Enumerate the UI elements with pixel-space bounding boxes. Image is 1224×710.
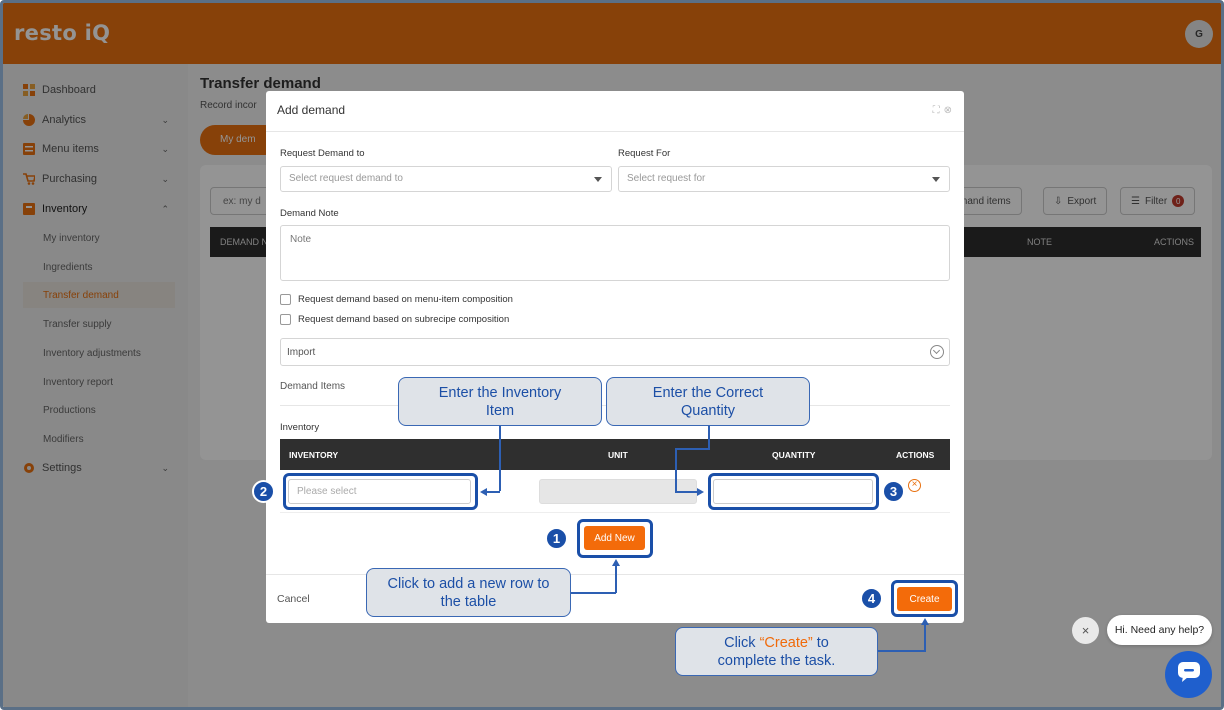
col-inventory: INVENTORY <box>289 450 339 460</box>
modal-title: Add demand <box>277 103 346 117</box>
chat-close-button[interactable]: × <box>1072 617 1099 644</box>
callout-inventory: Enter the Inventory Item <box>398 377 602 426</box>
caret-down-icon <box>594 177 602 182</box>
checkbox-label: Request demand based on subrecipe compos… <box>298 314 510 325</box>
col-actions: ACTIONS <box>896 450 935 460</box>
callout-quantity: Enter the Correct Quantity <box>606 377 810 426</box>
inventory-label: Inventory <box>280 422 320 433</box>
cancel-button[interactable]: Cancel <box>277 593 310 605</box>
highlight-inventory <box>283 473 478 510</box>
import-label: Import <box>287 347 316 358</box>
col-quantity: QUANTITY <box>772 450 816 460</box>
callout-create: Click “Create” to complete the task. <box>675 627 878 676</box>
step-4-badge: 4 <box>860 587 883 610</box>
connector-line <box>675 491 697 493</box>
highlight-add-new <box>577 519 653 558</box>
callout-create-keyword: “Create” <box>759 634 813 651</box>
connector-line <box>924 624 926 651</box>
request-for-placeholder: Select request for <box>627 173 706 184</box>
arrow-left-icon <box>480 488 487 496</box>
remove-row-icon[interactable]: × <box>908 479 921 492</box>
caret-down-icon <box>932 177 940 182</box>
request-for-label: Request For <box>618 148 671 159</box>
items-table-header: INVENTORY UNIT QUANTITY ACTIONS <box>280 439 950 470</box>
request-to-placeholder: Select request demand to <box>289 173 403 184</box>
close-icon[interactable]: ⊗ <box>944 105 952 116</box>
highlight-quantity <box>708 473 879 510</box>
callout-text: Click <box>724 634 760 651</box>
check-menu-composition[interactable]: Request demand based on menu-item compos… <box>280 294 513 305</box>
checkbox-label: Request demand based on menu-item compos… <box>298 294 513 305</box>
connector-line <box>615 566 617 593</box>
arrow-up-icon <box>921 618 929 625</box>
expand-icon[interactable]: ⛶ <box>933 105 940 116</box>
arrow-right-icon <box>697 488 704 496</box>
arrow-up-icon <box>612 559 620 566</box>
request-to-label: Request Demand to <box>280 148 365 159</box>
connector-line <box>570 592 616 594</box>
connector-line <box>708 425 710 448</box>
app-frame: resto iQ G Dashboard Analytics ⌄ Menu it… <box>0 0 1224 710</box>
connector-line <box>877 650 926 652</box>
note-label: Demand Note <box>280 208 339 219</box>
step-2-badge: 2 <box>252 480 275 503</box>
step-1-badge: 1 <box>545 527 568 550</box>
check-subrecipe-composition[interactable]: Request demand based on subrecipe compos… <box>280 314 509 325</box>
checkbox[interactable] <box>280 294 291 305</box>
chat-icon <box>1177 662 1200 687</box>
chat-launcher-button[interactable] <box>1165 651 1212 698</box>
note-textarea[interactable]: Note <box>280 225 950 281</box>
unit-field <box>539 479 697 504</box>
connector-line <box>487 491 500 493</box>
import-accordion[interactable]: Import <box>280 338 950 366</box>
request-to-select[interactable]: Select request demand to <box>280 166 612 192</box>
chevron-circle-icon <box>930 345 944 359</box>
callout-create-line2: complete the task. <box>717 652 836 669</box>
step-3-badge: 3 <box>882 480 905 503</box>
request-for-select[interactable]: Select request for <box>618 166 950 192</box>
callout-add-row: Click to add a new row to the table <box>366 568 571 617</box>
checkbox[interactable] <box>280 314 291 325</box>
connector-line <box>675 448 677 492</box>
col-unit: UNIT <box>608 450 628 460</box>
callout-text: to <box>812 634 829 651</box>
connector-line <box>675 448 710 450</box>
divider <box>266 131 964 132</box>
modal-controls: ⛶ ⊗ <box>933 105 952 116</box>
demand-items-heading: Demand Items <box>280 381 346 392</box>
callout-create-line1: Click “Create” to <box>724 634 829 652</box>
chat-greeting-bubble[interactable]: Hi. Need any help? <box>1107 615 1212 645</box>
highlight-create <box>891 580 958 617</box>
connector-line <box>499 425 501 491</box>
